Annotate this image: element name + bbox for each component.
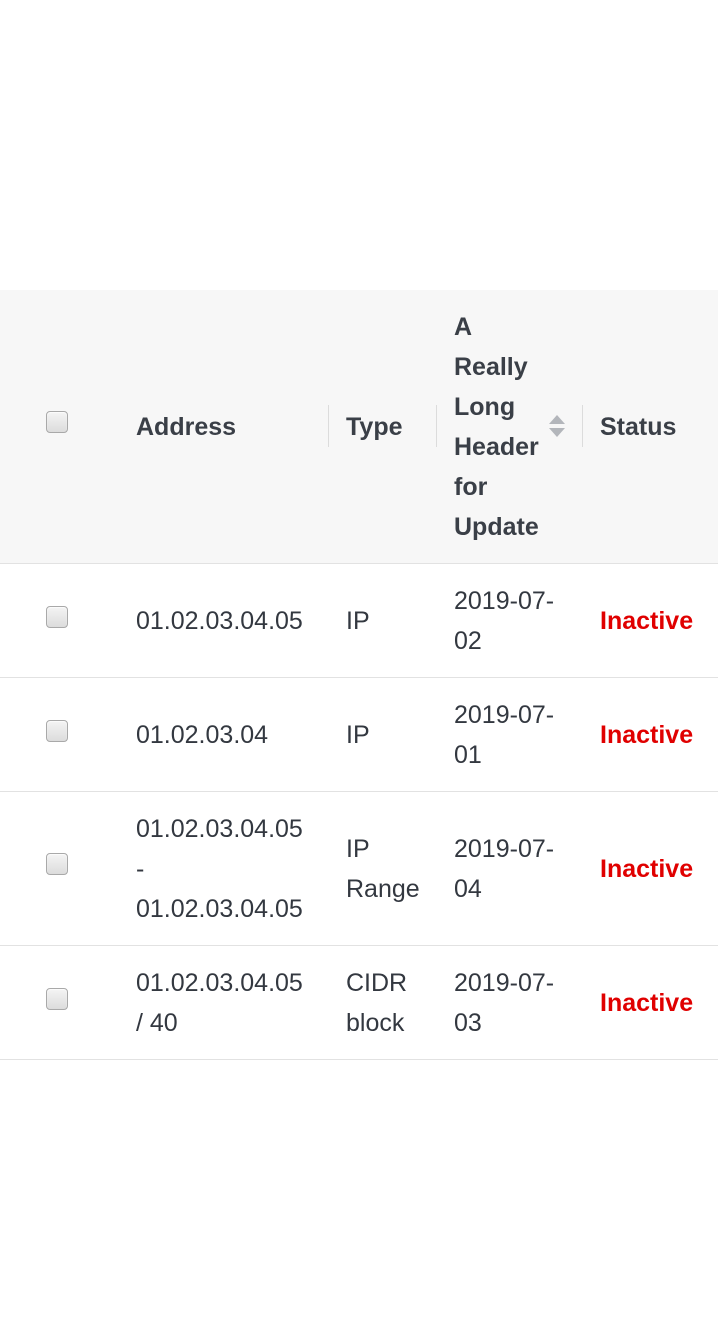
- table-row: 01.02.03.04 IP 2019-07- 01 Inactive: [0, 678, 718, 792]
- updated-cell: 2019-07- 04: [454, 835, 555, 903]
- row-checkbox[interactable]: [46, 988, 68, 1010]
- select-all-checkbox[interactable]: [46, 411, 68, 433]
- sort-up-down-icon[interactable]: [547, 413, 567, 439]
- column-header-type[interactable]: Type: [346, 407, 403, 447]
- column-header-updated[interactable]: A Really Long Header for Update: [454, 307, 539, 547]
- updated-cell: 2019-07- 01: [454, 701, 555, 769]
- table-row: 01.02.03.04.05 - 01.02.03.04.05 IP Range…: [0, 792, 718, 946]
- column-divider[interactable]: [436, 405, 437, 447]
- column-header-address[interactable]: Address: [136, 407, 236, 447]
- column-header-status[interactable]: Status: [600, 407, 676, 447]
- row-checkbox[interactable]: [46, 606, 68, 628]
- address-cell: 01.02.03.04.05 - 01.02.03.04.05: [136, 815, 303, 923]
- status-badge: Inactive: [600, 607, 694, 635]
- table-header: Address Type A Really Long Header for Up…: [0, 290, 718, 564]
- updated-cell: 2019-07- 02: [454, 587, 555, 655]
- status-badge: Inactive: [600, 989, 694, 1017]
- table-row: 01.02.03.04.05 / 40 CIDR block 2019-07- …: [0, 946, 718, 1060]
- address-cell: 01.02.03.04: [136, 721, 269, 749]
- type-cell: IP: [346, 721, 370, 749]
- address-cell: 01.02.03.04.05: [136, 607, 303, 635]
- column-divider[interactable]: [582, 405, 583, 447]
- row-checkbox[interactable]: [46, 720, 68, 742]
- status-badge: Inactive: [600, 855, 694, 883]
- ip-address-table: Address Type A Really Long Header for Up…: [0, 290, 718, 1060]
- status-badge: Inactive: [600, 721, 694, 749]
- table-row: 01.02.03.04.05 IP 2019-07- 02 Inactive: [0, 564, 718, 678]
- type-cell: IP Range: [346, 835, 420, 903]
- row-checkbox[interactable]: [46, 853, 68, 875]
- column-divider[interactable]: [328, 405, 329, 447]
- type-cell: CIDR block: [346, 969, 408, 1037]
- address-cell: 01.02.03.04.05 / 40: [136, 969, 303, 1037]
- type-cell: IP: [346, 607, 370, 635]
- updated-cell: 2019-07- 03: [454, 969, 555, 1037]
